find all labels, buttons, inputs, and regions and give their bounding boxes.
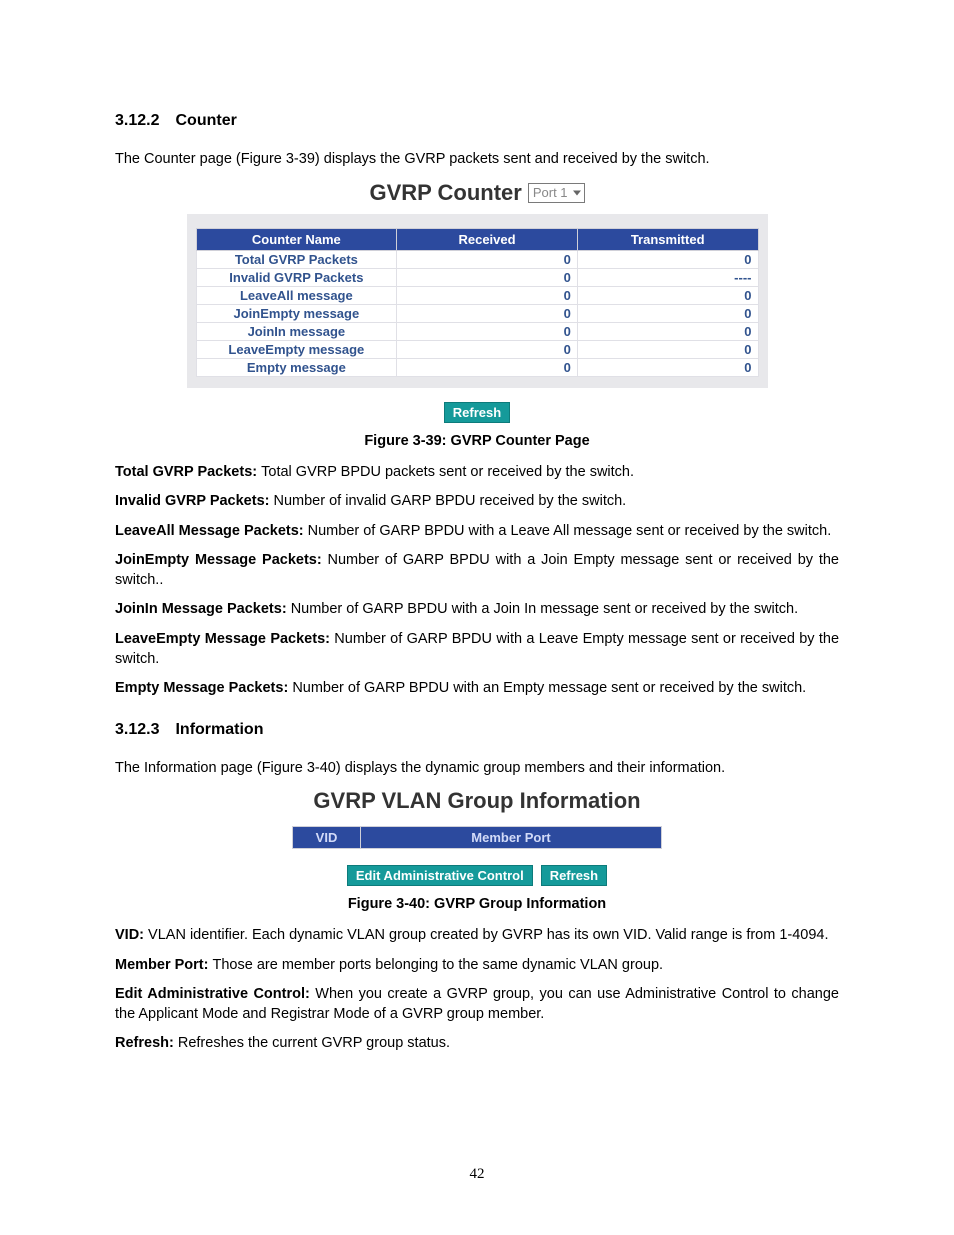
table-row: Empty message00	[196, 358, 758, 376]
th-transmitted: Transmitted	[577, 228, 758, 250]
gvrp-vlan-group-info-title: GVRP VLAN Group Information	[115, 788, 839, 814]
figure-3-40: GVRP VLAN Group Information VID Member P…	[115, 788, 839, 886]
table-row: Invalid GVRP Packets0----	[196, 268, 758, 286]
def-item: JoinEmpty Message Packets: Number of GAR…	[115, 551, 839, 590]
def-term: Invalid GVRP Packets:	[115, 493, 274, 509]
def-term: Edit Administrative Control:	[115, 986, 315, 1002]
def-term: Total GVRP Packets:	[115, 464, 261, 480]
cell-rx: 0	[397, 286, 578, 304]
th-counter-name: Counter Name	[196, 228, 397, 250]
port-select[interactable]: Port 1	[528, 183, 585, 203]
def-term: Empty Message Packets:	[115, 680, 292, 696]
cell-tx: 0	[577, 250, 758, 268]
def-item: LeaveEmpty Message Packets: Number of GA…	[115, 630, 839, 669]
th-member-port: Member Port	[361, 827, 661, 848]
def-term: LeaveEmpty Message Packets:	[115, 631, 334, 647]
def-term: Member Port:	[115, 957, 213, 973]
table-row: LeaveAll message00	[196, 286, 758, 304]
cell-rx: 0	[397, 304, 578, 322]
cell-rx: 0	[397, 250, 578, 268]
figure-3-39: GVRP Counter Port 1 Counter Name Receive…	[115, 180, 839, 423]
cell-name: Invalid GVRP Packets	[196, 268, 397, 286]
cell-rx: 0	[397, 358, 578, 376]
refresh-button[interactable]: Refresh	[541, 865, 607, 886]
table-row: LeaveEmpty message00	[196, 340, 758, 358]
def-item: Empty Message Packets: Number of GARP BP…	[115, 679, 839, 699]
cell-name: Total GVRP Packets	[196, 250, 397, 268]
refresh-button[interactable]: Refresh	[444, 402, 510, 423]
figure-3-39-caption: Figure 3-39: GVRP Counter Page	[115, 433, 839, 449]
def-desc: Number of GARP BPDU with an Empty messag…	[292, 680, 806, 696]
cell-name: Empty message	[196, 358, 397, 376]
table-row: JoinIn message00	[196, 322, 758, 340]
counter-table-panel: Counter Name Received Transmitted Total …	[187, 214, 768, 388]
def-item: Total GVRP Packets: Total GVRP BPDU pack…	[115, 463, 839, 483]
th-received: Received	[397, 228, 578, 250]
cell-tx: 0	[577, 304, 758, 322]
figure-3-40-caption: Figure 3-40: GVRP Group Information	[115, 896, 839, 912]
def-term: JoinEmpty Message Packets:	[115, 552, 328, 568]
def-term: VID:	[115, 927, 148, 943]
def-desc: Refreshes the current GVRP group status.	[178, 1035, 450, 1051]
cell-rx: 0	[397, 268, 578, 286]
cell-name: JoinEmpty message	[196, 304, 397, 322]
cell-tx: 0	[577, 340, 758, 358]
cell-rx: 0	[397, 322, 578, 340]
th-vid: VID	[293, 827, 361, 848]
def-item: Invalid GVRP Packets: Number of invalid …	[115, 492, 839, 512]
gvrp-counter-title: GVRP Counter	[369, 180, 521, 206]
def-desc: Total GVRP BPDU packets sent or received…	[261, 464, 634, 480]
cell-tx: 0	[577, 286, 758, 304]
def-item: Refresh: Refreshes the current GVRP grou…	[115, 1034, 839, 1054]
intro-3-12-2: The Counter page (Figure 3-39) displays …	[115, 150, 839, 170]
cell-name: JoinIn message	[196, 322, 397, 340]
def-term: JoinIn Message Packets:	[115, 601, 291, 617]
cell-name: LeaveAll message	[196, 286, 397, 304]
counter-table: Counter Name Received Transmitted Total …	[196, 228, 759, 377]
cell-name: LeaveEmpty message	[196, 340, 397, 358]
heading-3-12-3: 3.12.3 Information	[115, 721, 839, 739]
cell-tx: ----	[577, 268, 758, 286]
heading-3-12-2: 3.12.2 Counter	[115, 112, 839, 130]
def-desc: VLAN identifier. Each dynamic VLAN group…	[148, 927, 829, 943]
def-desc: Those are member ports belonging to the …	[213, 957, 664, 973]
page-number: 42	[0, 1166, 954, 1183]
cell-tx: 0	[577, 358, 758, 376]
def-desc: Number of GARP BPDU with a Leave All mes…	[308, 523, 832, 539]
def-item: Member Port: Those are member ports belo…	[115, 956, 839, 976]
def-term: Refresh:	[115, 1035, 178, 1051]
def-item: VID: VLAN identifier. Each dynamic VLAN …	[115, 926, 839, 946]
cell-tx: 0	[577, 322, 758, 340]
table-row: JoinEmpty message00	[196, 304, 758, 322]
intro-3-12-3: The Information page (Figure 3-40) displ…	[115, 759, 839, 779]
def-term: LeaveAll Message Packets:	[115, 523, 308, 539]
def-desc: Number of invalid GARP BPDU received by …	[274, 493, 627, 509]
def-item: Edit Administrative Control: When you cr…	[115, 985, 839, 1024]
group-info-header-bar: VID Member Port	[292, 826, 662, 849]
edit-administrative-control-button[interactable]: Edit Administrative Control	[347, 865, 533, 886]
table-row: Total GVRP Packets00	[196, 250, 758, 268]
def-item: LeaveAll Message Packets: Number of GARP…	[115, 522, 839, 542]
cell-rx: 0	[397, 340, 578, 358]
def-item: JoinIn Message Packets: Number of GARP B…	[115, 600, 839, 620]
def-desc: Number of GARP BPDU with a Join In messa…	[291, 601, 798, 617]
